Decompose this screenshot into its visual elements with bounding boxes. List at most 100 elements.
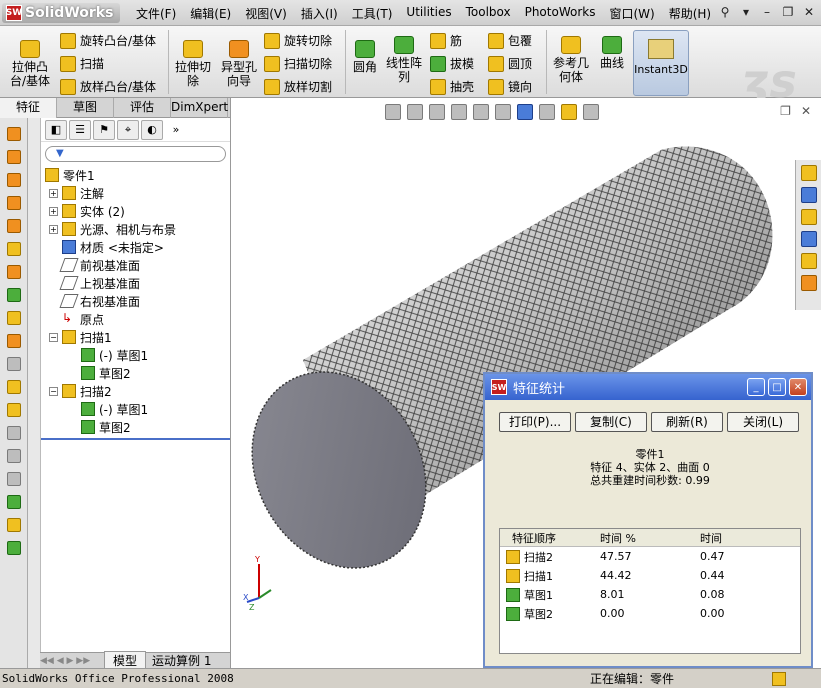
menu-insert[interactable]: 插入(I) bbox=[301, 5, 338, 22]
draft-button[interactable]: 拔模 bbox=[430, 55, 474, 72]
menu-utilities[interactable]: Utilities bbox=[406, 5, 451, 22]
fillet-icon[interactable] bbox=[7, 242, 21, 256]
tree-item-material[interactable]: 材质 <未指定> bbox=[41, 238, 230, 256]
tree-item-right-plane[interactable]: 右视基准面 bbox=[41, 292, 230, 310]
rib-button[interactable]: 筋 bbox=[430, 32, 462, 49]
tab-motion-study[interactable]: 运动算例 1 bbox=[146, 652, 217, 669]
wrap-button[interactable]: 包覆 bbox=[488, 32, 532, 49]
tree-item-annotations[interactable]: + 注解 bbox=[41, 184, 230, 202]
dialog-title-bar[interactable]: SW 特征统计 _ □ ✕ bbox=[485, 374, 811, 400]
sweep-icon[interactable] bbox=[7, 173, 21, 187]
feature-tree-tab-icon[interactable]: ◧ bbox=[45, 119, 67, 140]
solidworks-logo[interactable]: SW SolidWorks bbox=[2, 3, 120, 23]
copy-button[interactable]: 复制(C) bbox=[575, 412, 647, 432]
sweep-button[interactable]: 扫描 bbox=[60, 55, 104, 72]
dialog-maximize-icon[interactable]: □ bbox=[768, 378, 786, 396]
menu-photoworks[interactable]: PhotoWorks bbox=[525, 5, 596, 22]
property-manager-tab-icon[interactable]: ☰ bbox=[69, 119, 91, 140]
tab-features[interactable]: 特征 bbox=[0, 98, 57, 118]
revolve-icon[interactable] bbox=[7, 150, 21, 164]
tab-scroll-arrows[interactable]: ◀◀ ◀ ▶ ▶▶ bbox=[40, 656, 104, 666]
shell-icon[interactable] bbox=[7, 311, 21, 325]
minimize-icon[interactable]: – bbox=[759, 4, 775, 20]
tree-item-sweep2-sketch2[interactable]: 草图2 bbox=[41, 418, 230, 436]
refresh-button[interactable]: 刷新(R) bbox=[651, 412, 723, 432]
custom-properties-icon[interactable] bbox=[801, 275, 817, 291]
extrude-boss-button[interactable]: 拉伸凸台/基体 bbox=[8, 40, 52, 88]
mirror-button[interactable]: 镜向 bbox=[488, 78, 532, 95]
tree-root[interactable]: 零件1 bbox=[41, 166, 230, 184]
tab-sketch[interactable]: 草图 bbox=[57, 98, 114, 118]
revolve-cut-button[interactable]: 旋转切除 bbox=[264, 32, 332, 49]
col-time-percent[interactable]: 时间 % bbox=[596, 530, 696, 546]
expand-icon[interactable]: + bbox=[49, 224, 58, 234]
chamfer-icon[interactable] bbox=[7, 265, 21, 279]
menu-tools[interactable]: 工具(T) bbox=[352, 5, 393, 22]
collapse-icon[interactable]: − bbox=[49, 332, 58, 342]
configuration-tab-icon[interactable]: ⚑ bbox=[93, 119, 115, 140]
hole-icon[interactable] bbox=[7, 357, 21, 371]
ref-geometry-icon[interactable] bbox=[7, 518, 21, 532]
tree-item-sweep1[interactable]: − 扫描1 bbox=[41, 328, 230, 346]
table-row[interactable]: 草图2 0.00 0.00 bbox=[500, 604, 800, 623]
split-icon[interactable] bbox=[7, 426, 21, 440]
mirror-icon[interactable] bbox=[7, 403, 21, 417]
dialog-minimize-icon[interactable]: _ bbox=[747, 378, 765, 396]
loft-icon[interactable] bbox=[7, 196, 21, 210]
col-time[interactable]: 时间 bbox=[696, 530, 796, 546]
shell-button[interactable]: 抽壳 bbox=[430, 78, 474, 95]
dome-icon[interactable] bbox=[7, 495, 21, 509]
combine-icon[interactable] bbox=[7, 449, 21, 463]
move-body-icon[interactable] bbox=[7, 472, 21, 486]
extrude-icon[interactable] bbox=[7, 127, 21, 141]
dome-button[interactable]: 圆顶 bbox=[488, 55, 532, 72]
tree-item-top-plane[interactable]: 上视基准面 bbox=[41, 274, 230, 292]
menu-window[interactable]: 窗口(W) bbox=[609, 5, 654, 22]
menu-help[interactable]: 帮助(H) bbox=[669, 5, 711, 22]
print-button[interactable]: 打印(P)... bbox=[499, 412, 571, 432]
search-options-icon[interactable]: ▾ bbox=[738, 4, 754, 20]
menu-file[interactable]: 文件(F) bbox=[136, 5, 176, 22]
tree-item-sweep1-sketch1[interactable]: (-) 草图1 bbox=[41, 346, 230, 364]
table-row[interactable]: 草图1 8.01 0.08 bbox=[500, 585, 800, 604]
revolve-boss-button[interactable]: 旋转凸台/基体 bbox=[60, 32, 156, 49]
instant3d-button[interactable]: Instant3D bbox=[633, 30, 689, 96]
dialog-close-icon[interactable]: ✕ bbox=[789, 378, 807, 396]
more-tabs-icon[interactable]: » bbox=[165, 120, 187, 140]
rebuild-status-icon[interactable] bbox=[772, 671, 786, 686]
dimxpert-tab-icon[interactable]: ⌖ bbox=[117, 119, 139, 140]
tree-item-lights[interactable]: + 光源、相机与布景 bbox=[41, 220, 230, 238]
file-explorer-icon[interactable] bbox=[801, 209, 817, 225]
curves-button[interactable]: 曲线 bbox=[597, 36, 627, 70]
tab-dimxpert[interactable]: DimXpert bbox=[171, 98, 228, 118]
loft-cut-button[interactable]: 放样切割 bbox=[264, 78, 332, 95]
feature-filter-input[interactable]: ▼ bbox=[45, 146, 226, 162]
table-row[interactable]: 扫描1 44.42 0.44 bbox=[500, 566, 800, 585]
menu-edit[interactable]: 编辑(E) bbox=[190, 5, 231, 22]
tree-item-origin[interactable]: ↳ 原点 bbox=[41, 310, 230, 328]
close-icon[interactable]: ✕ bbox=[801, 4, 817, 20]
menu-toolbox[interactable]: Toolbox bbox=[466, 5, 511, 22]
cut-icon[interactable] bbox=[7, 219, 21, 233]
tab-evaluate[interactable]: 评估 bbox=[114, 98, 171, 118]
design-library-icon[interactable] bbox=[801, 187, 817, 203]
rib-icon[interactable] bbox=[7, 288, 21, 302]
col-feature-order[interactable]: 特征顺序 bbox=[500, 530, 596, 546]
rollback-bar[interactable] bbox=[41, 438, 230, 440]
tree-item-sweep2-sketch1[interactable]: (-) 草图1 bbox=[41, 400, 230, 418]
tree-item-sweep2[interactable]: − 扫描2 bbox=[41, 382, 230, 400]
resources-icon[interactable] bbox=[801, 165, 817, 181]
reference-geometry-button[interactable]: 参考几何体 bbox=[551, 36, 591, 84]
pin-icon[interactable]: ⚲ bbox=[717, 4, 733, 20]
table-row[interactable]: 扫描2 47.57 0.47 bbox=[500, 547, 800, 566]
extrude-cut-button[interactable]: 拉伸切除 bbox=[172, 40, 214, 88]
tree-item-sweep1-sketch2[interactable]: 草图2 bbox=[41, 364, 230, 382]
expand-icon[interactable]: + bbox=[49, 206, 58, 216]
sweep-cut-button[interactable]: 扫描切除 bbox=[264, 55, 332, 72]
draft-icon[interactable] bbox=[7, 334, 21, 348]
appearances-icon[interactable] bbox=[801, 253, 817, 269]
fillet-button[interactable]: 圆角 bbox=[350, 40, 380, 74]
tree-item-solid-bodies[interactable]: + 实体 (2) bbox=[41, 202, 230, 220]
restore-icon[interactable]: ❐ bbox=[780, 4, 796, 20]
expand-icon[interactable]: + bbox=[49, 188, 58, 198]
